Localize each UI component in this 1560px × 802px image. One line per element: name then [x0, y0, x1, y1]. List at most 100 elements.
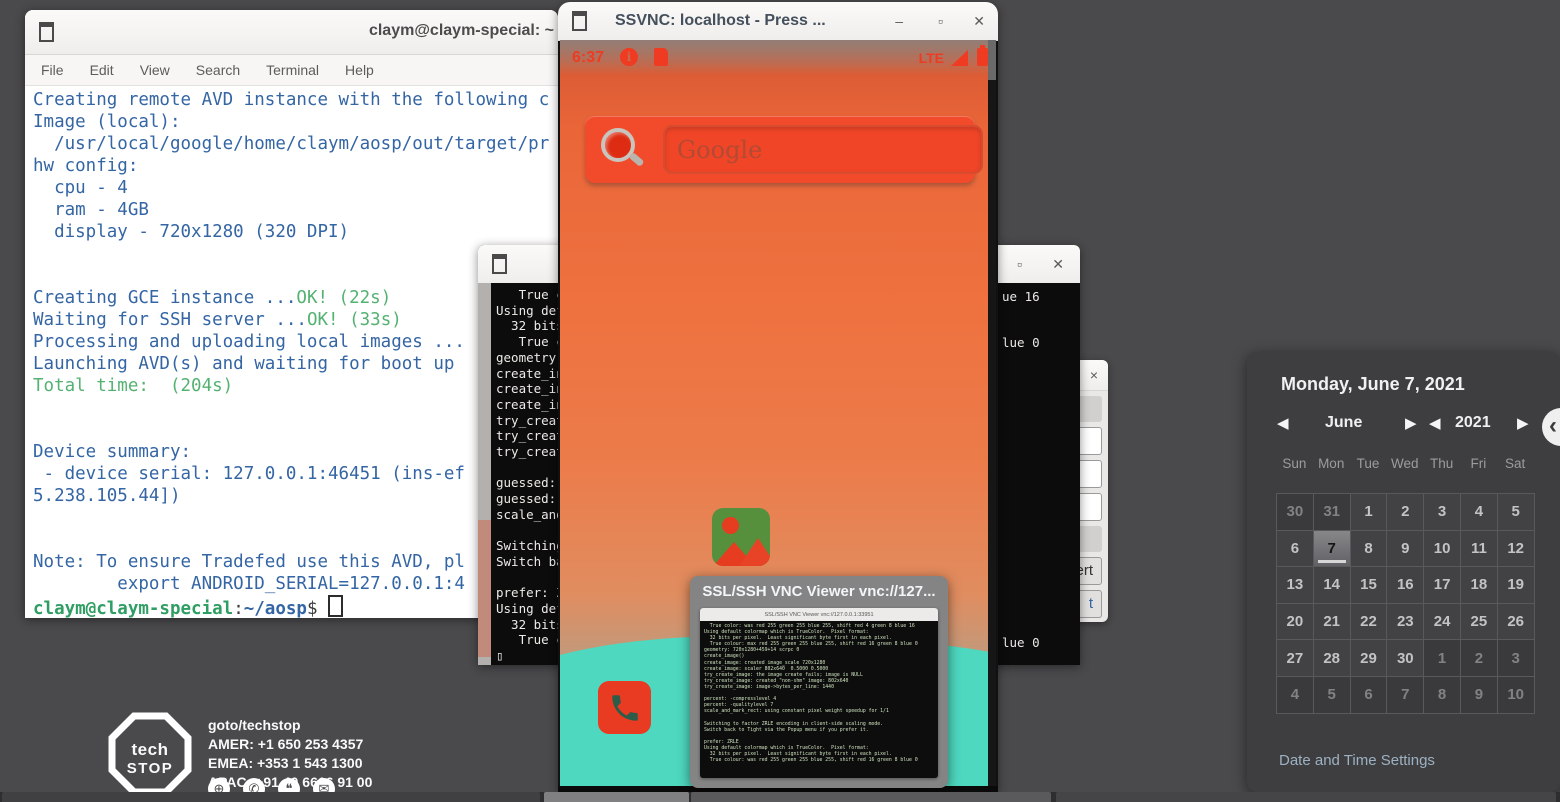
techstop-link: goto/techstop: [208, 716, 372, 735]
calendar-day[interactable]: 5: [1498, 494, 1535, 531]
calendar-day[interactable]: 2: [1387, 494, 1424, 531]
day-header-wed: Wed: [1386, 456, 1423, 471]
calendar-day[interactable]: 1: [1351, 494, 1388, 531]
calendar-day[interactable]: 22: [1351, 604, 1388, 641]
terminal-text: /usr/local/google/home/claym/aosp/out/ta…: [33, 134, 549, 154]
calendar-day[interactable]: 7: [1387, 677, 1424, 714]
menu-item-terminal[interactable]: Terminal: [266, 62, 319, 78]
calendar-day[interactable]: 28: [1314, 640, 1351, 677]
menu-item-file[interactable]: File: [41, 62, 64, 78]
calendar-day[interactable]: 12: [1498, 531, 1535, 568]
calendar-week-row: 13141516171819: [1277, 567, 1535, 604]
taskbar-item[interactable]: [544, 792, 689, 802]
calendar-day[interactable]: 8: [1351, 531, 1388, 568]
maximize-icon[interactable]: ▫: [938, 14, 943, 28]
ssvnc-titlebar[interactable]: SSVNC: localhost - Press ... – ▫ ✕: [558, 2, 998, 41]
window-title: SSVNC: localhost - Press ...: [615, 12, 826, 30]
taskbar[interactable]: [0, 792, 1560, 802]
search-icon[interactable]: [601, 128, 643, 170]
calendar-day[interactable]: 13: [1277, 567, 1314, 604]
calendar-day[interactable]: 26: [1498, 604, 1535, 641]
calendar-day[interactable]: 14: [1314, 567, 1351, 604]
terminal-text: cpu - 4: [33, 178, 128, 198]
calendar-week-row: 27282930123: [1277, 640, 1535, 677]
window-title: claym@claym-special: ~: [369, 22, 554, 40]
calendar-day[interactable]: 17: [1424, 567, 1461, 604]
menu-item-view[interactable]: View: [140, 62, 170, 78]
calendar-date-header: Monday, June 7, 2021: [1281, 374, 1465, 395]
calendar-day[interactable]: 2: [1461, 640, 1498, 677]
terminal-text: Waiting for SSH server ...: [33, 310, 307, 330]
calendar-day[interactable]: 20: [1277, 604, 1314, 641]
techstop-block: tech STOP goto/techstop AMER: +1 650 253…: [108, 712, 408, 802]
calendar-day[interactable]: 19: [1498, 567, 1535, 604]
taskbar-preview-popup[interactable]: SSL/SSH VNC Viewer vnc://127... SSL/SSH …: [690, 576, 948, 788]
calendar-day[interactable]: 11: [1461, 531, 1498, 568]
vnc-scrollbar[interactable]: [988, 40, 996, 788]
close-icon[interactable]: ✕: [973, 14, 985, 28]
year-label: 2021: [1455, 414, 1491, 432]
calendar-day[interactable]: 18: [1461, 567, 1498, 604]
calendar-day[interactable]: 6: [1351, 677, 1388, 714]
terminal-text: Launching AVD(s) and waiting for boot up: [33, 354, 454, 374]
calendar-day[interactable]: 9: [1387, 531, 1424, 568]
maximize-icon[interactable]: ▫: [1017, 257, 1022, 271]
window-icon: [492, 254, 507, 274]
calendar-day[interactable]: 8: [1424, 677, 1461, 714]
status-time: 6:37: [572, 49, 604, 67]
scrollbar[interactable]: [478, 283, 491, 665]
window-thumbnail[interactable]: SSL/SSH VNC Viewer vnc://127.0.0.1:33951…: [700, 608, 938, 778]
calendar-day[interactable]: 25: [1461, 604, 1498, 641]
calendar-day[interactable]: 1: [1424, 640, 1461, 677]
calendar-widget: Monday, June 7, 2021 ◀ June ▶ ◀ 2021 ▶ S…: [1247, 352, 1560, 792]
calendar-day[interactable]: 4: [1277, 677, 1314, 714]
terminal-line: Image (local):: [33, 111, 558, 133]
gallery-app-icon[interactable]: [712, 508, 770, 566]
calendar-day[interactable]: 9: [1461, 677, 1498, 714]
calendar-day[interactable]: 15: [1351, 567, 1388, 604]
scrollbar-thumb[interactable]: [988, 40, 996, 80]
calendar-day[interactable]: 3: [1498, 640, 1535, 677]
calendar-day[interactable]: 27: [1277, 640, 1314, 677]
calendar-day-headers: SunMonTueWedThuFriSat: [1276, 456, 1534, 471]
calendar-day[interactable]: 31: [1314, 494, 1351, 531]
next-month-icon[interactable]: ▶: [1405, 414, 1417, 432]
taskbar-item[interactable]: [2, 792, 540, 802]
calendar-day[interactable]: 21: [1314, 604, 1351, 641]
calendar-day[interactable]: 6: [1277, 531, 1314, 568]
calendar-day[interactable]: 30: [1277, 494, 1314, 531]
phone-app-icon[interactable]: [598, 681, 651, 734]
prev-year-icon[interactable]: ◀: [1429, 414, 1441, 432]
calendar-day[interactable]: 10: [1498, 677, 1535, 714]
terminal-text: Creating GCE instance ...: [33, 288, 296, 308]
terminal-text: display - 720x1280 (320 DPI): [33, 222, 349, 242]
calendar-day[interactable]: 10: [1424, 531, 1461, 568]
menu-item-edit[interactable]: Edit: [90, 62, 114, 78]
calendar-day[interactable]: 4: [1461, 494, 1498, 531]
taskbar-item[interactable]: [691, 792, 1051, 802]
terminal-titlebar[interactable]: claym@claym-special: ~: [25, 10, 558, 55]
date-time-settings-link[interactable]: Date and Time Settings: [1279, 752, 1435, 769]
next-year-icon[interactable]: ▶: [1517, 414, 1529, 432]
close-icon[interactable]: ✕: [1052, 257, 1064, 271]
search-input[interactable]: [663, 125, 983, 174]
terminal-text: ~/aosp: [244, 599, 307, 619]
prev-month-icon[interactable]: ◀: [1277, 414, 1289, 432]
minimize-icon[interactable]: –: [895, 14, 903, 28]
taskbar-item[interactable]: [1056, 792, 1556, 802]
calendar-day[interactable]: 3: [1424, 494, 1461, 531]
close-icon[interactable]: ×: [1090, 368, 1098, 382]
menu-item-search[interactable]: Search: [196, 62, 240, 78]
logo-line1: tech: [108, 740, 192, 760]
calendar-day[interactable]: 24: [1424, 604, 1461, 641]
terminal-line: display - 720x1280 (320 DPI): [33, 221, 558, 243]
calendar-day-selected[interactable]: 7: [1314, 531, 1351, 568]
google-search-widget[interactable]: [585, 116, 975, 183]
contact-line: AMER: +1 650 253 4357: [208, 735, 372, 754]
calendar-day[interactable]: 16: [1387, 567, 1424, 604]
calendar-day[interactable]: 29: [1351, 640, 1388, 677]
calendar-day[interactable]: 30: [1387, 640, 1424, 677]
calendar-day[interactable]: 5: [1314, 677, 1351, 714]
calendar-day[interactable]: 23: [1387, 604, 1424, 641]
menu-item-help[interactable]: Help: [345, 62, 374, 78]
